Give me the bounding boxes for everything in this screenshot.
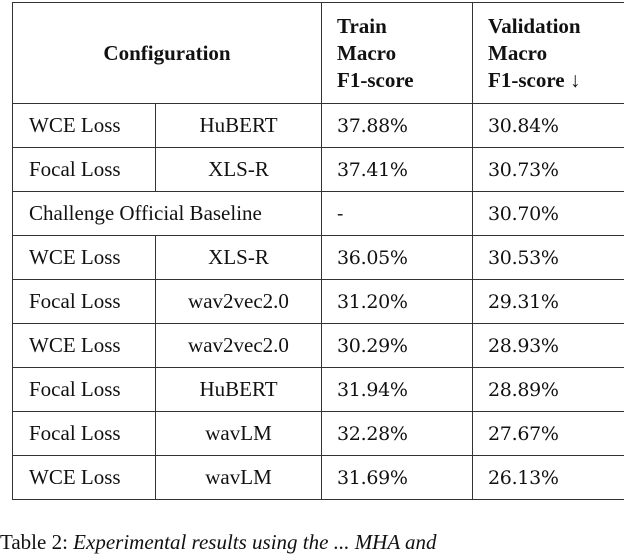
cell-train-f1: 30.29% xyxy=(322,324,473,368)
header-train-line: F1-score xyxy=(322,67,472,94)
results-table: Configuration Train Macro F1-score Valid… xyxy=(12,2,624,500)
cell-baseline-config: Challenge Official Baseline xyxy=(13,192,322,236)
cell-loss: Focal Loss xyxy=(13,280,156,324)
cell-loss: WCE Loss xyxy=(13,324,156,368)
cell-train-f1: 31.69% xyxy=(322,456,473,500)
cell-loss: WCE Loss xyxy=(13,104,156,148)
cell-loss: WCE Loss xyxy=(13,236,156,280)
table-row: WCE Loss HuBERT 37.88% 30.84% xyxy=(13,104,624,148)
header-train-line: Train xyxy=(322,13,472,40)
cell-model: XLS-R xyxy=(156,148,322,192)
caption-text: Experimental results using the ... MHA a… xyxy=(73,530,436,554)
header-validation-line: Macro xyxy=(473,40,624,67)
header-train-f1: Train Macro F1-score xyxy=(322,3,473,104)
cell-validation-f1: 26.13% xyxy=(473,456,624,500)
table-row: Focal Loss XLS-R 37.41% 30.73% xyxy=(13,148,624,192)
table-row: Focal Loss HuBERT 31.94% 28.89% xyxy=(13,368,624,412)
table-row: Focal Loss wav2vec2.0 31.20% 29.31% xyxy=(13,280,624,324)
caption-label: Table 2: xyxy=(0,530,68,554)
cell-model: wavLM xyxy=(156,456,322,500)
cell-model: HuBERT xyxy=(156,368,322,412)
cell-train-f1: 32.28% xyxy=(322,412,473,456)
cell-train-f1: 31.20% xyxy=(322,280,473,324)
cell-model: XLS-R xyxy=(156,236,322,280)
header-validation-line: F1-score ↓ xyxy=(473,67,624,94)
table-row-baseline: Challenge Official Baseline - 30.70% xyxy=(13,192,624,236)
header-train-line: Macro xyxy=(322,40,472,67)
cell-validation-f1: 30.70% xyxy=(473,192,624,236)
cell-validation-f1: 28.93% xyxy=(473,324,624,368)
cell-validation-f1: 30.84% xyxy=(473,104,624,148)
cell-train-f1: 37.41% xyxy=(322,148,473,192)
cell-validation-f1: 29.31% xyxy=(473,280,624,324)
cell-train-f1: 31.94% xyxy=(322,368,473,412)
cell-validation-f1: 30.53% xyxy=(473,236,624,280)
table-row: WCE Loss wav2vec2.0 30.29% 28.93% xyxy=(13,324,624,368)
cell-model: wavLM xyxy=(156,412,322,456)
cell-train-f1: - xyxy=(322,192,473,236)
table-caption: Table 2: Experimental results using the … xyxy=(0,530,437,555)
cell-validation-f1: 27.67% xyxy=(473,412,624,456)
header-configuration: Configuration xyxy=(13,3,322,104)
cell-validation-f1: 30.73% xyxy=(473,148,624,192)
cell-loss: Focal Loss xyxy=(13,148,156,192)
cell-loss: Focal Loss xyxy=(13,412,156,456)
header-validation-f1: Validation Macro F1-score ↓ xyxy=(473,3,624,104)
cell-model: wav2vec2.0 xyxy=(156,280,322,324)
table-row: WCE Loss XLS-R 36.05% 30.53% xyxy=(13,236,624,280)
cell-loss: Focal Loss xyxy=(13,368,156,412)
cell-model: wav2vec2.0 xyxy=(156,324,322,368)
cell-validation-f1: 28.89% xyxy=(473,368,624,412)
table-row: Focal Loss wavLM 32.28% 27.67% xyxy=(13,412,624,456)
header-validation-line: Validation xyxy=(473,13,624,40)
cell-model: HuBERT xyxy=(156,104,322,148)
cell-train-f1: 37.88% xyxy=(322,104,473,148)
header-row: Configuration Train Macro F1-score Valid… xyxy=(13,3,624,104)
table-row: WCE Loss wavLM 31.69% 26.13% xyxy=(13,456,624,500)
cell-train-f1: 36.05% xyxy=(322,236,473,280)
cell-loss: WCE Loss xyxy=(13,456,156,500)
